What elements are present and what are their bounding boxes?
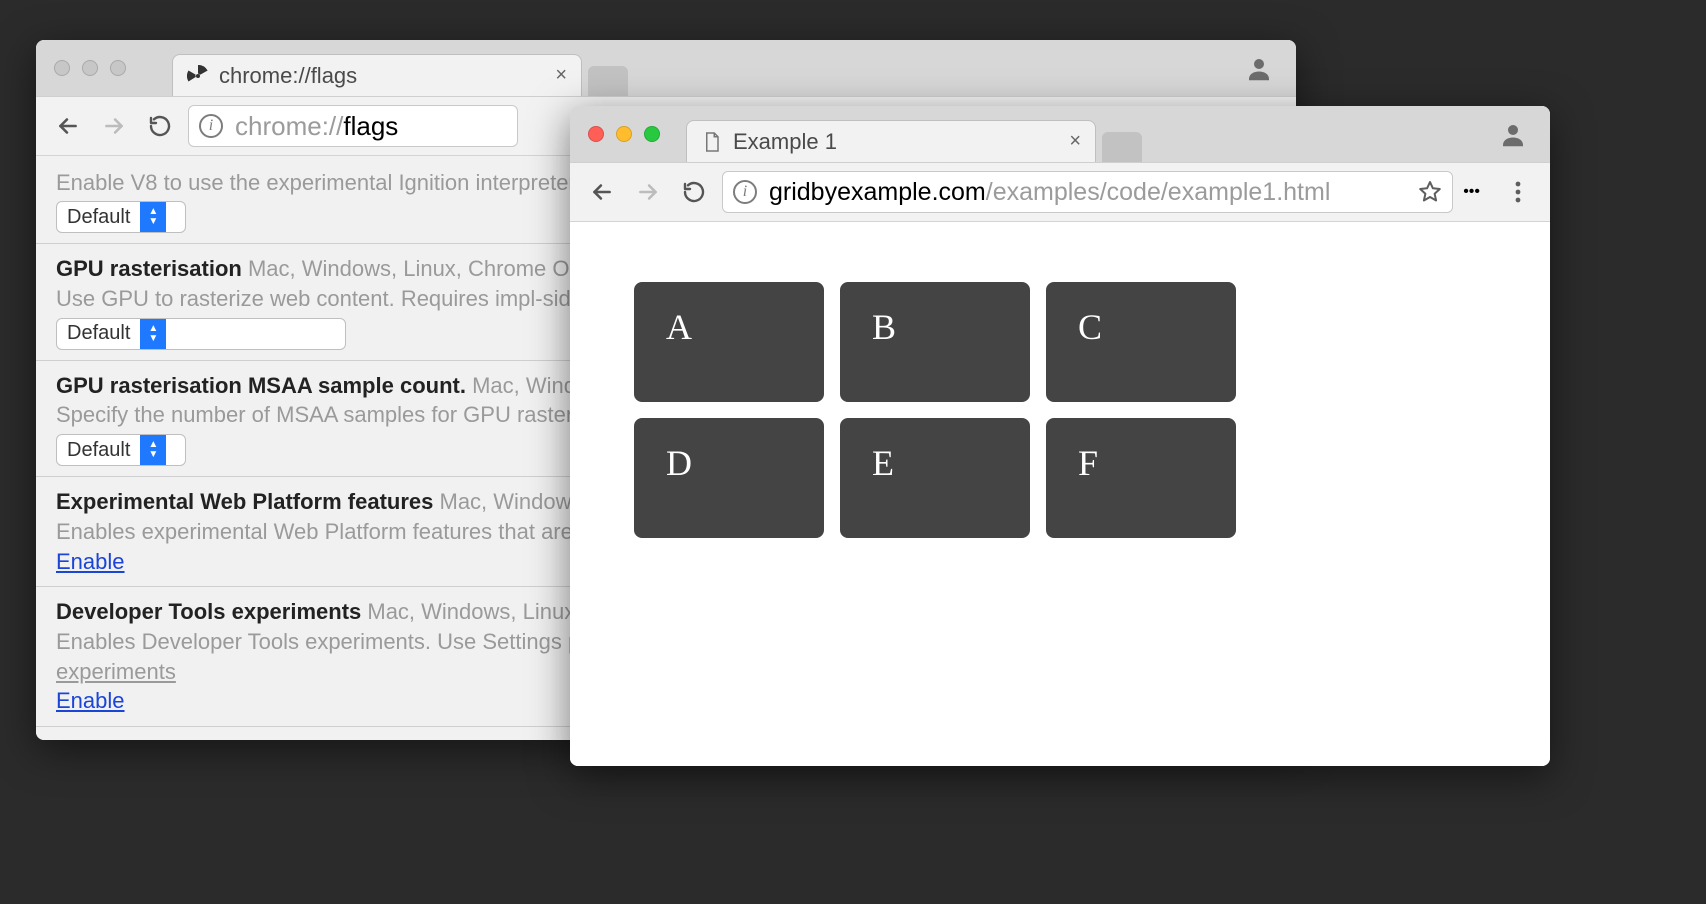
tab-strip: chrome://flags × xyxy=(36,40,1296,96)
back-button[interactable] xyxy=(584,174,620,210)
zoom-window-button[interactable] xyxy=(110,60,126,76)
window-controls xyxy=(588,126,660,142)
url-host: flags xyxy=(343,111,398,141)
tab-strip: Example 1 × xyxy=(570,106,1550,162)
flag-platforms: Mac, Windows xyxy=(433,489,582,514)
site-info-icon[interactable]: i xyxy=(733,180,757,204)
chrome-menu-button[interactable] xyxy=(1500,174,1536,210)
radioactive-icon xyxy=(187,65,209,87)
forward-button[interactable] xyxy=(630,174,666,210)
select-value: Default xyxy=(67,204,130,231)
close-window-button[interactable] xyxy=(588,126,604,142)
close-tab-icon[interactable]: × xyxy=(555,64,567,87)
grid-container: ABC DEF xyxy=(570,222,1550,598)
flag-anchor[interactable]: experiments xyxy=(56,659,176,684)
grid-cell: A xyxy=(634,282,824,402)
close-tab-icon[interactable]: × xyxy=(1069,130,1081,153)
flag-select[interactable]: Default ▲▼ xyxy=(56,318,346,350)
new-tab-button[interactable] xyxy=(588,66,628,96)
minimize-window-button[interactable] xyxy=(82,60,98,76)
url-scheme: chrome:// xyxy=(235,111,343,141)
url-text: gridbyexample.com/examples/code/example1… xyxy=(769,178,1330,207)
select-value: Default xyxy=(67,437,130,464)
toolbar: i gridbyexample.com/examples/code/exampl… xyxy=(570,162,1550,222)
browser-tab[interactable]: chrome://flags × xyxy=(172,54,582,96)
flag-title: Silent Debugging xyxy=(56,739,237,740)
grid-cell: C xyxy=(1046,282,1236,402)
flag-select[interactable]: Default ▲▼ xyxy=(56,434,186,466)
address-bar[interactable]: i chrome://flags xyxy=(188,105,518,147)
flag-title: Experimental Web Platform features xyxy=(56,489,433,514)
browser-tab[interactable]: Example 1 × xyxy=(686,120,1096,162)
flag-title: Developer Tools experiments xyxy=(56,599,361,624)
forward-button[interactable] xyxy=(96,108,132,144)
flag-enable-link[interactable]: Enable xyxy=(56,688,125,713)
url-path: /examples/code/example1.html xyxy=(986,178,1331,206)
profile-icon[interactable] xyxy=(1498,120,1528,150)
chrome-window-example: Example 1 × i gridbyexample.com/examples… xyxy=(570,106,1550,766)
select-value: Default xyxy=(67,320,130,347)
new-tab-button[interactable] xyxy=(1102,132,1142,162)
css-grid: ABC DEF xyxy=(634,282,1486,538)
url-host: gridbyexample.com xyxy=(769,178,986,206)
select-arrows-icon: ▲▼ xyxy=(140,201,166,233)
profile-icon[interactable] xyxy=(1244,54,1274,84)
tab-title: Example 1 xyxy=(733,129,837,155)
page-viewport: ABC DEF xyxy=(570,222,1550,766)
grid-cell: B xyxy=(840,282,1030,402)
reload-button[interactable] xyxy=(142,108,178,144)
grid-cell: D xyxy=(634,418,824,538)
back-button[interactable] xyxy=(50,108,86,144)
close-window-button[interactable] xyxy=(54,60,70,76)
grid-cell: E xyxy=(840,418,1030,538)
flag-title: GPU rasterisation xyxy=(56,256,242,281)
select-arrows-icon: ▲▼ xyxy=(140,318,166,350)
grid-cell: F xyxy=(1046,418,1236,538)
window-controls xyxy=(54,60,126,76)
flag-enable-link[interactable]: Enable xyxy=(56,549,125,574)
extension-button[interactable]: ••• xyxy=(1463,183,1480,201)
bookmark-star-icon[interactable] xyxy=(1418,180,1442,204)
zoom-window-button[interactable] xyxy=(644,126,660,142)
flag-platforms: Mac, Windows, Linux, xyxy=(361,599,581,624)
select-arrows-icon: ▲▼ xyxy=(140,434,166,466)
minimize-window-button[interactable] xyxy=(616,126,632,142)
flag-title: GPU rasterisation MSAA sample count. xyxy=(56,373,466,398)
tab-title: chrome://flags xyxy=(219,63,357,89)
flag-platforms: Mac, Windows, Linux, Chrome OS xyxy=(237,739,579,740)
address-bar[interactable]: i gridbyexample.com/examples/code/exampl… xyxy=(722,171,1453,213)
flag-select[interactable]: Default ▲▼ xyxy=(56,201,186,233)
flag-platforms: Mac, Windows, Linux, Chrome OS xyxy=(242,256,584,281)
url-text: chrome://flags xyxy=(235,111,398,142)
document-icon xyxy=(701,131,723,153)
reload-button[interactable] xyxy=(676,174,712,210)
site-info-icon[interactable]: i xyxy=(199,114,223,138)
